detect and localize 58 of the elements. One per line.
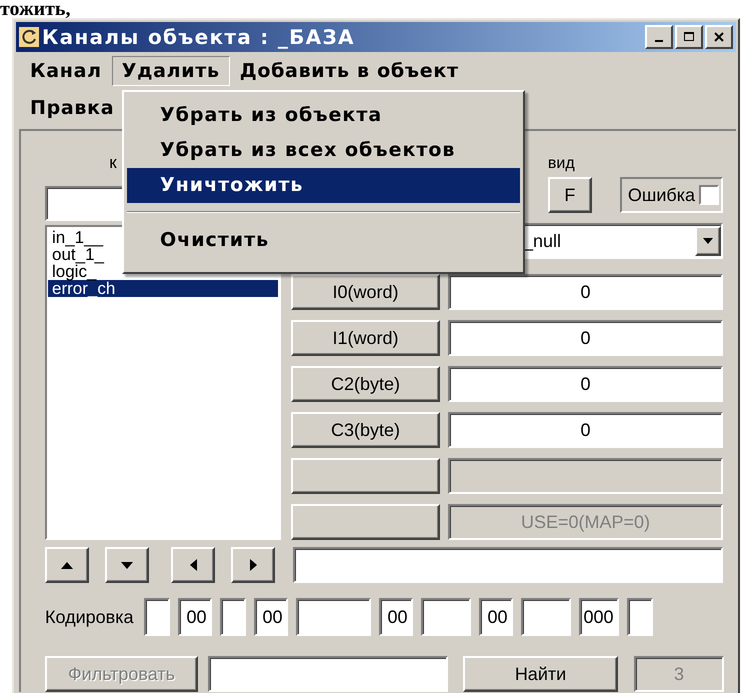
view-label: вид bbox=[548, 155, 575, 173]
code-field[interactable]: 00 bbox=[378, 598, 413, 636]
value-field[interactable]: 0 bbox=[448, 366, 723, 402]
app-icon bbox=[19, 27, 39, 47]
register-button[interactable]: C3(byte) bbox=[291, 412, 440, 448]
minimize-button[interactable] bbox=[645, 25, 673, 49]
combo-value: _null bbox=[523, 230, 562, 252]
minimize-icon bbox=[655, 40, 663, 42]
menu-item[interactable]: Канал bbox=[20, 56, 112, 86]
code-field[interactable] bbox=[220, 598, 246, 636]
previous-button[interactable] bbox=[171, 547, 215, 583]
code-field[interactable] bbox=[626, 598, 653, 636]
register-button[interactable]: C2(byte) bbox=[291, 366, 440, 402]
menu-item[interactable]: Убрать из объекта bbox=[127, 98, 520, 133]
down-triangle-icon bbox=[121, 562, 133, 568]
caret-icon bbox=[703, 238, 713, 244]
code-field[interactable] bbox=[520, 598, 571, 636]
register-button[interactable] bbox=[291, 458, 440, 494]
code-field[interactable]: 00 bbox=[178, 598, 212, 636]
text-field[interactable] bbox=[293, 547, 723, 583]
dropdown-button[interactable] bbox=[695, 226, 721, 256]
menu-item[interactable]: Уничтожить bbox=[127, 168, 520, 203]
register-button[interactable]: I0(word) bbox=[291, 274, 440, 310]
value-field[interactable]: 0 bbox=[448, 320, 723, 356]
next-button[interactable] bbox=[231, 547, 275, 583]
checkbox-label: Ошибка bbox=[628, 184, 695, 206]
maximize-icon bbox=[684, 32, 694, 42]
field-label: к bbox=[109, 153, 117, 174]
close-icon bbox=[714, 32, 724, 42]
menu-item[interactable]: Удалить bbox=[112, 56, 230, 86]
code-field[interactable]: 00 bbox=[478, 598, 513, 636]
list-item[interactable]: error_ch bbox=[48, 280, 278, 297]
code-field[interactable]: 000 bbox=[578, 598, 619, 636]
code-field[interactable]: 00 bbox=[254, 598, 288, 636]
left-triangle-icon bbox=[190, 559, 196, 571]
code-field[interactable] bbox=[296, 598, 371, 636]
code-field[interactable] bbox=[420, 598, 471, 636]
menu-item[interactable]: Добавить в объект bbox=[230, 56, 469, 86]
register-button[interactable] bbox=[291, 504, 440, 540]
up-triangle-icon bbox=[61, 562, 73, 568]
register-button[interactable]: I1(word) bbox=[291, 320, 440, 356]
maximize-button[interactable] bbox=[675, 25, 703, 49]
caption-text: тожить, bbox=[0, 0, 70, 18]
find-button[interactable]: Найти bbox=[463, 656, 618, 692]
menu-item[interactable]: Правка bbox=[20, 92, 124, 122]
move-up-button[interactable] bbox=[45, 547, 89, 583]
right-triangle-icon bbox=[250, 559, 256, 571]
code-field[interactable] bbox=[144, 598, 170, 636]
menu-item[interactable]: Убрать из всех объектов bbox=[127, 133, 520, 168]
value-field[interactable]: 0 bbox=[448, 412, 723, 448]
value-field[interactable]: 0 bbox=[448, 274, 723, 310]
error-checkbox[interactable] bbox=[699, 185, 719, 205]
f-button[interactable]: F bbox=[548, 177, 592, 213]
window-title: Каналы объекта : _БАЗА bbox=[42, 25, 356, 49]
close-button[interactable] bbox=[705, 25, 733, 49]
filter-field[interactable] bbox=[208, 656, 448, 692]
encoding-label: Кодировка bbox=[45, 606, 134, 628]
move-down-button[interactable] bbox=[105, 547, 149, 583]
